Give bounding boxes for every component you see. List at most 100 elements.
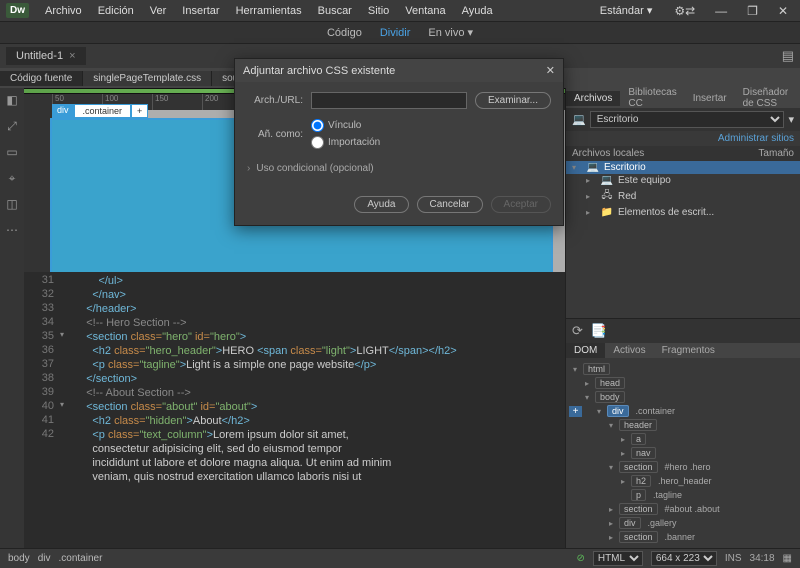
dom-node[interactable]: ▸section.banner [570,530,796,544]
status-bar: body div .container ⊘ HTML 664 x 223 INS… [0,548,800,568]
radio-link[interactable]: Vínculo [311,119,380,132]
dom-node[interactable]: ▸h2.hero_header [570,474,796,488]
file-tab-source[interactable]: Código fuente [0,71,83,86]
line-number-gutter: 313233343536373839404142 [24,272,60,548]
element-add-button[interactable]: + [131,104,148,118]
tab-files[interactable]: Archivos [566,91,620,106]
browse-button[interactable]: Examinar... [475,92,551,109]
view-split[interactable]: Dividir [380,27,411,39]
app-logo: Dw [6,3,29,18]
code-view[interactable]: 313233343536373839404142 </ul> </nav> </… [24,272,565,548]
tab-dom[interactable]: DOM [566,343,605,358]
add-as-label: Añ. como: [247,129,303,140]
dom-panel: ⟳ 📑 DOM Activos Fragmentos ▾html▸head▾bo… [566,318,800,548]
collapse-icon[interactable]: 📑 [591,323,607,339]
insert-mode[interactable]: INS [725,553,742,564]
chevron-down-icon[interactable]: ▾ [788,113,794,126]
dom-node[interactable]: ▸head [570,376,796,390]
tab-snippets[interactable]: Fragmentos [654,343,723,358]
files-panel-tabs: Archivos Bibliotecas CC Insertar Diseñad… [566,88,800,108]
dom-node[interactable]: ▸a [570,432,796,446]
help-button[interactable]: Ayuda [354,196,408,213]
conditional-use-toggle[interactable]: › Uso condicional (opcional) [247,159,551,182]
breadcrumb-container[interactable]: .container [58,553,102,564]
preview-icon[interactable]: ▭ [4,144,20,160]
overflow-icon[interactable]: ▦ [783,553,792,564]
url-input[interactable] [311,92,467,109]
inspect-icon[interactable]: ⌖ [4,170,20,186]
view-code[interactable]: Código [327,27,362,39]
menu-edit[interactable]: Edición [90,3,142,19]
expand-icon[interactable]: ⤢ [4,118,20,134]
related-files-icon[interactable]: ▤ [782,48,794,64]
dom-node[interactable]: ▾html [570,362,796,376]
more-icon[interactable]: ⋯ [4,222,20,238]
dom-node[interactable]: ▾section#hero .hero [570,460,796,474]
view-switcher: Código Dividir En vivo ▾ [0,22,800,44]
workspace-selector[interactable]: Estándar ▾ [592,2,661,19]
dom-node[interactable]: ▸div.gallery [570,516,796,530]
refresh-icon[interactable]: ⟳ [572,323,583,339]
view-live[interactable]: En vivo ▾ [428,26,473,39]
dom-node[interactable]: p.tagline [570,488,796,502]
window-minimize-icon[interactable]: — [709,4,733,18]
viewport-size-select[interactable]: 664 x 223 [651,551,717,566]
attach-css-dialog: Adjuntar archivo CSS existente ✕ Arch./U… [234,58,564,226]
dom-node[interactable]: ▸section#about .about [570,502,796,516]
file-icon[interactable]: ◫ [4,196,20,212]
dom-tree-icon[interactable]: ◧ [4,92,20,108]
tab-assets[interactable]: Activos [605,343,653,358]
menu-view[interactable]: Ver [142,3,175,19]
radio-import[interactable]: Importación [311,136,380,149]
menu-insert[interactable]: Insertar [174,3,227,19]
tree-item[interactable]: ▸📁Elementos de escrit... [566,206,800,219]
menubar: Dw Archivo Edición Ver Insertar Herramie… [0,0,800,22]
tab-insert[interactable]: Insertar [685,91,735,106]
menu-window[interactable]: Ventana [397,3,453,19]
dom-node[interactable]: +▾div.container [570,404,796,418]
menu-file[interactable]: Archivo [37,3,90,19]
sync-icon[interactable]: ⚙⇄ [668,4,701,18]
dom-tree[interactable]: ▾html▸head▾body+▾div.container▾header▸a▸… [566,358,800,548]
tree-item[interactable]: ▸🖧Red [566,187,800,206]
element-display-tag: div .container + [52,104,148,118]
dom-add-icon[interactable]: + [569,406,582,417]
files-column-headers: Archivos locales Tamaño [566,146,800,161]
window-restore-icon[interactable]: ❐ [741,4,764,18]
tree-item[interactable]: ▸💻Este equipo [566,174,800,187]
menu-tools[interactable]: Herramientas [228,3,310,19]
cursor-position: 34:18 [750,553,775,564]
element-selector[interactable]: .container [74,104,132,118]
desktop-icon: 💻 [572,113,586,126]
file-tab-css[interactable]: singlePageTemplate.css [83,71,212,86]
dialog-title: Adjuntar archivo CSS existente [243,65,395,77]
vertical-ruler [24,94,52,272]
menu-search[interactable]: Buscar [310,3,360,19]
sync-status-icon[interactable]: ⊘ [576,553,584,564]
cancel-button[interactable]: Cancelar [417,196,483,213]
menu-site[interactable]: Sitio [360,3,397,19]
breadcrumb-div[interactable]: div [38,553,51,564]
element-tag-name[interactable]: div [52,104,74,118]
dom-node[interactable]: ▸nav [570,446,796,460]
tree-item[interactable]: ▾💻Escritorio [566,161,800,174]
toolbox: ◧ ⤢ ▭ ⌖ ◫ ⋯ [0,88,24,548]
document-tab[interactable]: Untitled-1 × [6,47,86,65]
side-panels: Archivos Bibliotecas CC Insertar Diseñad… [565,88,800,548]
dom-node[interactable]: ▾body [570,390,796,404]
close-icon[interactable]: × [69,50,75,62]
site-select[interactable]: Escritorio [590,111,785,128]
url-label: Arch./URL: [247,95,303,106]
chevron-right-icon: › [247,163,250,174]
accept-button[interactable]: Aceptar [491,196,551,213]
window-close-icon[interactable]: ✕ [772,4,794,18]
dom-node[interactable]: ▾header [570,418,796,432]
manage-sites-link[interactable]: Administrar sitios [566,131,800,146]
menu-help[interactable]: Ayuda [454,3,501,19]
file-tree[interactable]: ▾💻Escritorio▸💻Este equipo▸🖧Red▸📁Elemento… [566,161,800,318]
dialog-close-icon[interactable]: ✕ [546,64,555,77]
language-select[interactable]: HTML [593,551,643,566]
breadcrumb-body[interactable]: body [8,553,30,564]
code-content[interactable]: </ul> </nav> </header> <!-- Hero Section… [60,272,565,548]
document-tab-label: Untitled-1 [16,50,63,62]
